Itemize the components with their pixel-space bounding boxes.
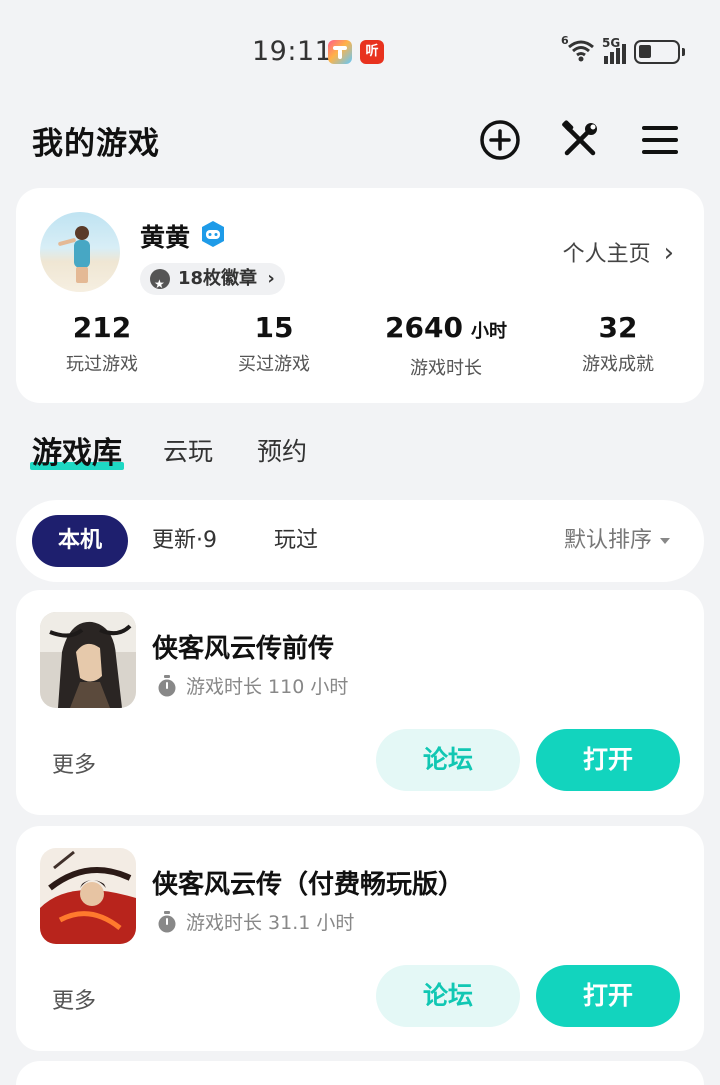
tab-cloud-play[interactable]: 云玩 [163,432,213,468]
stat-unit: 小时 [470,321,507,342]
stat-value: 212 [72,311,132,344]
open-button[interactable]: 打开 [536,729,680,791]
add-circle-icon[interactable] [478,118,522,162]
sort-dropdown[interactable]: 默认排序 [564,515,670,567]
medal-icon [150,268,170,300]
forum-button[interactable]: 论坛 [376,965,520,1027]
stat-label: 玩过游戏 [66,354,138,375]
chevron-right-icon: › [267,268,275,289]
stat-achievements[interactable]: 32 游戏成就 [532,310,704,380]
verified-gamepad-icon [200,220,226,248]
stats-row: 212 玩过游戏 15 买过游戏 2640 小时 游戏时长 32 游戏成就 [16,310,704,380]
game-card-partial[interactable] [16,1061,704,1085]
filter-bar: 本机 更新·9 玩过 默认排序 [16,500,704,582]
badges-label: 18枚徽章 [178,268,258,289]
game-title: 侠客风云传（付费畅玩版） [152,870,465,900]
game-title: 侠客风云传前传 [152,634,335,664]
wifi-icon: 6 [561,34,596,66]
game-icon[interactable] [40,848,136,944]
homepage-label: 个人主页 [562,242,651,267]
open-button[interactable]: 打开 [536,965,680,1027]
tools-icon[interactable] [558,118,602,162]
stopwatch-icon [156,674,178,697]
stat-value: 32 [598,311,638,344]
stat-label: 游戏时长 [410,358,482,379]
signal-icon: 5G [602,36,626,64]
filter-updates[interactable]: 更新·9 [152,515,217,567]
stat-value: 15 [254,311,294,344]
stat-value: 2640 [385,311,463,344]
user-name: 黄黄 [140,223,191,252]
playtime-text: 游戏时长 110 小时 [186,676,349,698]
stat-played[interactable]: 212 玩过游戏 [16,310,188,380]
status-time: 19:11 [252,36,333,67]
stat-label: 游戏成就 [582,354,654,375]
notification-app-icon [328,40,352,64]
more-button[interactable]: 更多 [52,983,96,1015]
tab-reservations[interactable]: 预约 [257,432,307,468]
stat-purchased[interactable]: 15 买过游戏 [188,310,360,380]
homepage-link[interactable]: 个人主页 › [563,236,674,268]
avatar[interactable] [40,212,120,292]
forum-button[interactable]: 论坛 [376,729,520,791]
wifi-badge: 6 [561,34,569,47]
status-bar: 19:11 听 6 5G [0,0,720,100]
game-playtime: 游戏时长 110 小时 [156,672,348,699]
stopwatch-icon [156,910,178,933]
chevron-right-icon: › [663,238,674,268]
filter-local[interactable]: 本机 [32,515,128,567]
badges-button[interactable]: 18枚徽章 › [140,263,285,300]
game-playtime: 游戏时长 31.1 小时 [156,908,354,935]
profile-card: 黄黄 18枚徽章 › 个人主页 › 212 玩过游戏 15 买过游戏 2640 小… [16,188,704,403]
stat-label: 买过游戏 [238,354,310,375]
playtime-text: 游戏时长 31.1 小时 [186,912,355,934]
page-title: 我的游戏 [32,126,160,162]
more-button[interactable]: 更多 [52,747,96,779]
listen-app-icon: 听 [360,40,384,64]
menu-icon[interactable] [638,118,682,162]
battery-icon [634,40,685,64]
game-icon[interactable] [40,612,136,708]
status-indicators: 6 5G [561,34,685,66]
network-type: 5G [602,36,621,50]
sort-label: 默认排序 [563,528,652,553]
game-card[interactable]: 侠客风云传前传 游戏时长 110 小时 更多 论坛 打开 [16,590,704,815]
filter-played[interactable]: 玩过 [274,515,318,567]
game-card[interactable]: 侠客风云传（付费畅玩版） 游戏时长 31.1 小时 更多 论坛 打开 [16,826,704,1051]
tab-game-library[interactable]: 游戏库 [30,428,124,472]
stat-playtime[interactable]: 2640 小时 游戏时长 [360,310,532,380]
caret-down-icon [660,538,670,544]
